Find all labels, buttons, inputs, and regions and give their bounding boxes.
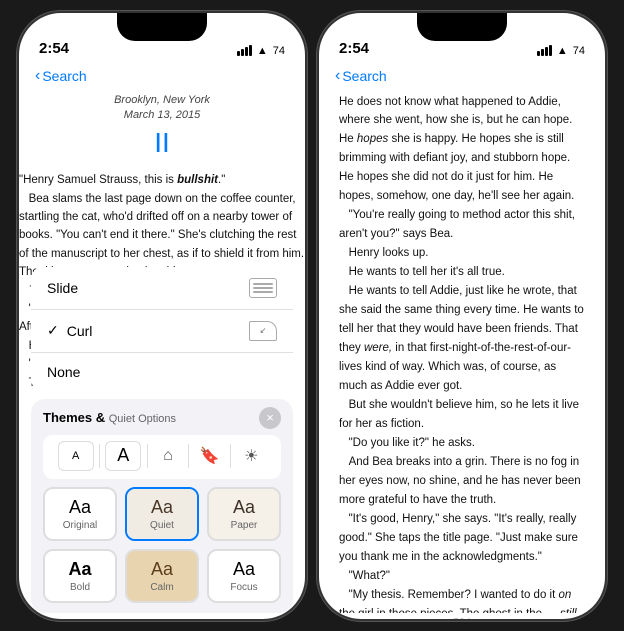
bookmark-button[interactable]: 🔖: [195, 441, 225, 471]
slide-label: Slide: [47, 280, 249, 296]
divider3: [188, 444, 189, 468]
curl-option[interactable]: ✓ Curl ↙: [31, 310, 293, 353]
right-phone: 2:54 ▲ 74 ‹ Search: [317, 11, 607, 621]
theme-bold-name: Bold: [70, 582, 90, 593]
overlay-panel: Slide ✓ Curl ↙ None Themes: [19, 267, 305, 619]
theme-quiet[interactable]: Aa Quiet: [125, 487, 199, 541]
left-notch: [117, 13, 207, 41]
theme-calm[interactable]: Aa Calm: [125, 549, 199, 603]
signal-icon: [237, 45, 252, 56]
right-battery-icon: 74: [573, 45, 585, 57]
curl-icon: ↙: [249, 321, 277, 341]
chevron-left-icon: ‹: [35, 67, 40, 85]
theme-quiet-aa: Aa: [151, 497, 173, 518]
left-status-bar: 2:54 ▲ 74: [19, 13, 305, 63]
left-back-button[interactable]: ‹ Search: [35, 67, 87, 85]
theme-bold[interactable]: Aa Bold: [43, 549, 117, 603]
right-nav-bar: ‹ Search: [319, 63, 605, 93]
transition-menu: Slide ✓ Curl ↙ None: [31, 267, 293, 391]
themes-header: Themes & Quiet Options ×: [31, 399, 293, 435]
chapter-number: II: [19, 127, 305, 159]
divider2: [147, 444, 148, 468]
left-phone: 2:54 ▲ 74 ‹ Search: [17, 11, 307, 621]
right-time: 2:54: [339, 40, 369, 57]
brightness-button[interactable]: ☀: [236, 441, 266, 471]
large-text-button[interactable]: A: [105, 441, 141, 471]
theme-quiet-inner: Aa Quiet: [127, 489, 197, 539]
slide-option[interactable]: Slide: [31, 267, 293, 310]
theme-paper-inner: Aa Paper: [209, 489, 279, 539]
theme-original-name: Original: [63, 520, 97, 531]
theme-paper-name: Paper: [231, 520, 258, 531]
theme-paper-aa: Aa: [233, 497, 255, 518]
theme-focus[interactable]: Aa Focus: [207, 549, 281, 603]
left-back-label: Search: [42, 68, 86, 84]
themes-section: Themes & Quiet Options × A A ⌂ 🔖 ☀: [31, 399, 293, 613]
page-number: 524: [319, 613, 605, 621]
right-back-button[interactable]: ‹ Search: [335, 67, 387, 85]
theme-focus-aa: Aa: [233, 559, 255, 580]
right-signal-icon: [537, 45, 552, 56]
book-location: Brooklyn, New YorkMarch 13, 2015: [19, 93, 305, 124]
battery-icon: 74: [273, 45, 285, 57]
theme-focus-inner: Aa Focus: [209, 551, 279, 601]
right-notch: [417, 13, 507, 41]
right-status-icons: ▲ 74: [537, 45, 585, 57]
check-icon: ✓: [47, 322, 59, 339]
right-book-content: He does not know what happened to Addie,…: [319, 93, 605, 613]
slide-icon: [249, 278, 277, 298]
text-controls: A A ⌂ 🔖 ☀: [43, 435, 281, 479]
right-status-bar: 2:54 ▲ 74: [319, 13, 605, 63]
phones-container: 2:54 ▲ 74 ‹ Search: [7, 1, 617, 631]
small-text-button[interactable]: A: [58, 441, 94, 471]
theme-original[interactable]: Aa Original: [43, 487, 117, 541]
theme-bold-inner: Aa Bold: [45, 551, 115, 601]
left-status-icons: ▲ 74: [237, 45, 285, 57]
book-header: Brooklyn, New YorkMarch 13, 2015 II: [19, 93, 305, 160]
theme-original-aa: Aa: [69, 497, 91, 518]
close-button[interactable]: ×: [259, 407, 281, 429]
theme-bold-aa: Aa: [68, 559, 91, 580]
right-back-label: Search: [342, 68, 386, 84]
theme-calm-inner: Aa Calm: [127, 551, 197, 601]
themes-title-area: Themes & Quiet Options: [43, 409, 176, 427]
theme-quiet-name: Quiet: [150, 520, 174, 531]
theme-calm-aa: Aa: [151, 559, 173, 580]
left-time: 2:54: [39, 40, 69, 57]
curl-label: Curl: [67, 323, 249, 339]
left-nav-bar: ‹ Search: [19, 63, 305, 93]
theme-calm-name: Calm: [150, 582, 173, 593]
themes-title: Themes &: [43, 410, 109, 425]
wifi-icon: ▲: [257, 45, 268, 57]
divider4: [230, 444, 231, 468]
theme-focus-name: Focus: [230, 582, 257, 593]
theme-grid: Aa Original Aa Quiet Aa Paper: [31, 483, 293, 613]
right-chevron-left-icon: ‹: [335, 67, 340, 85]
themes-subtitle: Quiet Options: [109, 413, 176, 425]
right-wifi-icon: ▲: [557, 45, 568, 57]
theme-original-inner: Aa Original: [45, 489, 115, 539]
none-option[interactable]: None: [31, 353, 293, 391]
theme-paper[interactable]: Aa Paper: [207, 487, 281, 541]
divider: [99, 444, 100, 468]
font-button[interactable]: ⌂: [153, 441, 183, 471]
none-label: None: [47, 364, 277, 380]
